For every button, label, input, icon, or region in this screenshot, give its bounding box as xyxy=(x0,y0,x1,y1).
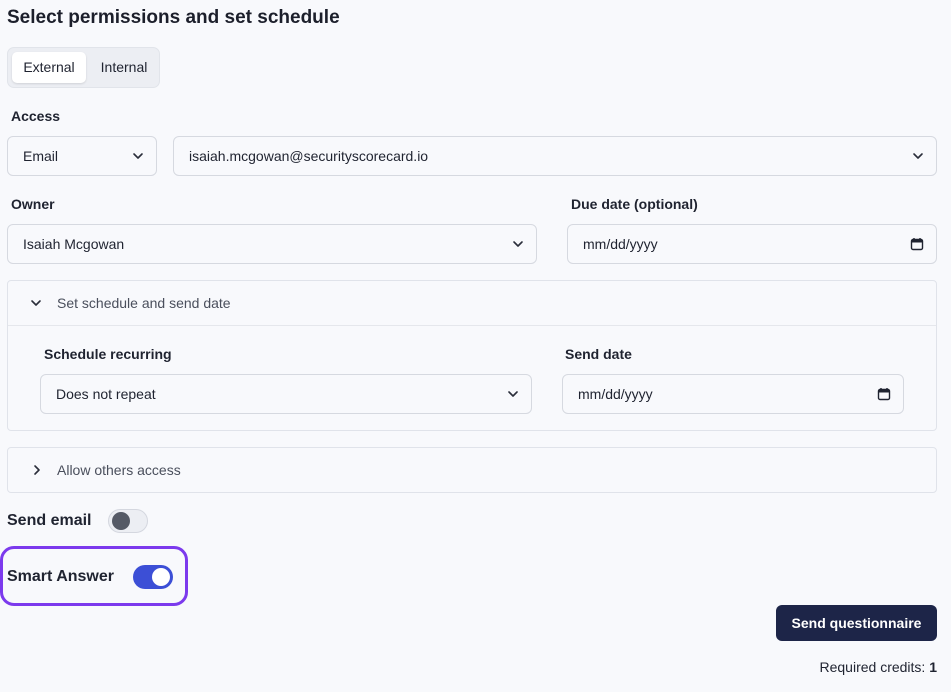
chevron-right-icon xyxy=(34,465,40,475)
due-date-value: mm/dd/yyyy xyxy=(583,236,658,252)
chevron-down-icon xyxy=(513,241,523,247)
owner-select[interactable]: Isaiah Mcgowan xyxy=(7,224,537,264)
owner-label: Owner xyxy=(11,196,55,212)
panel-divider xyxy=(8,325,936,326)
page-title: Select permissions and set schedule xyxy=(7,7,340,28)
recipient-email-value: isaiah.mcgowan@securityscorecard.io xyxy=(189,148,429,164)
due-date-label: Due date (optional) xyxy=(571,196,698,212)
send-date-value: mm/dd/yyyy xyxy=(578,386,653,402)
calendar-icon[interactable] xyxy=(910,237,924,251)
smart-answer-toggle[interactable] xyxy=(133,565,173,589)
chevron-down-icon xyxy=(133,153,143,159)
allow-access-title: Allow others access xyxy=(57,462,181,478)
owner-value: Isaiah Mcgowan xyxy=(23,236,125,252)
schedule-recurring-select[interactable]: Does not repeat xyxy=(40,374,532,414)
chevron-down-icon xyxy=(913,153,923,159)
send-date-input[interactable]: mm/dd/yyyy xyxy=(562,374,904,414)
chevron-down-icon xyxy=(508,391,518,397)
tab-switcher: External Internal xyxy=(7,47,160,88)
chevron-down-icon xyxy=(31,300,41,306)
smart-answer-label: Smart Answer xyxy=(7,568,114,585)
schedule-panel-title: Set schedule and send date xyxy=(57,295,231,311)
access-method-select[interactable]: Email xyxy=(7,136,157,176)
toggle-knob xyxy=(152,568,170,586)
access-method-value: Email xyxy=(23,148,59,164)
recipient-email-select[interactable]: isaiah.mcgowan@securityscorecard.io xyxy=(173,136,937,176)
send-email-label: Send email xyxy=(7,512,92,529)
due-date-input[interactable]: mm/dd/yyyy xyxy=(567,224,937,264)
schedule-recurring-value: Does not repeat xyxy=(56,386,156,402)
credits-label: Required credits: xyxy=(819,659,926,675)
schedule-panel-header[interactable]: Set schedule and send date xyxy=(8,281,936,326)
schedule-panel: Set schedule and send date Schedule recu… xyxy=(7,280,937,431)
send-email-toggle[interactable] xyxy=(108,509,148,533)
required-credits: Required credits: 1 xyxy=(819,659,937,675)
send-questionnaire-button[interactable]: Send questionnaire xyxy=(776,605,937,641)
toggle-knob xyxy=(112,512,130,530)
allow-access-panel[interactable]: Allow others access xyxy=(7,447,937,493)
send-date-label: Send date xyxy=(565,346,632,362)
access-label: Access xyxy=(11,108,61,124)
schedule-recurring-label: Schedule recurring xyxy=(44,346,172,362)
tab-internal[interactable]: Internal xyxy=(91,52,157,83)
credits-value: 1 xyxy=(929,659,937,675)
calendar-icon[interactable] xyxy=(877,387,891,401)
tab-external[interactable]: External xyxy=(12,52,86,83)
